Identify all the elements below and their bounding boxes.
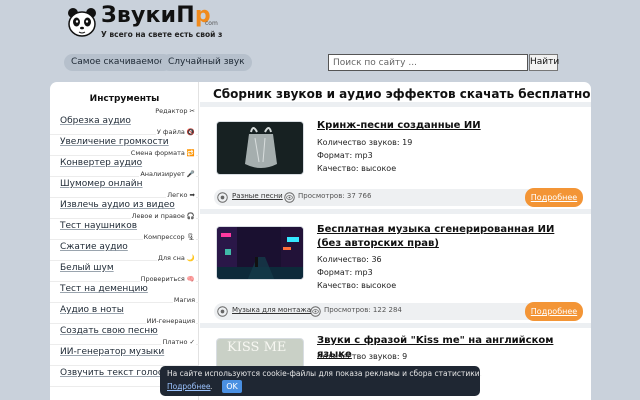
divider (200, 102, 591, 107)
sidebar-item-label[interactable]: Тест наушников (60, 221, 137, 231)
sidebar-item-tag: Провериться 🧠 (139, 275, 196, 283)
sidebar-item-tag: Магия (172, 296, 196, 304)
thumbnail-caption: KISS ME (227, 340, 287, 355)
sound-card-quality: Качество: высокое (317, 281, 397, 290)
sidebar-item-tag: Левое и правое 🎧 (130, 212, 196, 220)
page-title: Сборник звуков и аудио эффектов скачать … (213, 87, 591, 101)
sidebar-item-label[interactable]: Озвучить текст голосом (60, 368, 175, 378)
category-icon (217, 192, 228, 203)
sidebar-item-label[interactable]: Сжатие аудио (60, 242, 128, 252)
sidebar-item-label[interactable]: Тест на деменцию (60, 284, 148, 294)
sidebar-item-label[interactable]: Аудио в ноты (60, 305, 124, 315)
site-logo[interactable]: ЗвукиПр com У всего на свете есть свой з (66, 3, 226, 40)
sound-list: Сборник звуков и аудио эффектов скачать … (200, 82, 591, 400)
cookie-more-link[interactable]: Подробнее (167, 382, 211, 391)
sound-card-footer: Разные песни Просмотров: 37 766 (214, 189, 574, 206)
sound-card-views: Просмотров: 122 284 (324, 306, 402, 314)
sidebar-item-label[interactable]: ИИ-генератор музыки (60, 347, 164, 357)
sidebar-item-tag: Анализирует 🎤 (139, 170, 196, 178)
sidebar-item-tag: Компрессор 🗜 (142, 233, 196, 241)
sound-card-quality: Качество: высокое (317, 164, 397, 173)
sidebar-item-tag: У файла 🔇 (155, 128, 196, 136)
logo-text: ЗвукиПр (101, 3, 211, 28)
sound-card-thumbnail[interactable] (216, 121, 304, 175)
content-card: Инструменты Редактор ✂ Обрезка аудио У ф… (50, 82, 591, 400)
sidebar-item-tag: ИИ-генерация (145, 317, 196, 325)
sound-card-category-link[interactable]: Музыка для монтажа (232, 306, 311, 314)
sidebar-item-label[interactable]: Создать свою песню (60, 326, 158, 336)
category-icon (217, 306, 228, 317)
sound-card-title[interactable]: Кринж-песни созданные ИИ (317, 119, 579, 133)
sound-card-footer: Музыка для монтажа Просмотров: 122 284 (214, 303, 574, 320)
logo-domain: com (205, 20, 218, 27)
eye-icon (310, 306, 321, 317)
sidebar-title: Инструменты (89, 94, 160, 104)
sound-card-title[interactable]: Бесплатная музыка сгенерированная ИИ (бе… (317, 223, 579, 251)
more-button[interactable]: Подробнее (525, 302, 583, 321)
nav-random-sound[interactable]: Случайный звук (161, 54, 252, 71)
sound-card-category-link[interactable]: Разные песни (232, 192, 283, 200)
sound-card-count: Количество: 36 (317, 255, 382, 264)
sidebar-item-label[interactable]: Конвертер аудио (60, 158, 142, 168)
sidebar-item-label[interactable]: Белый шум (60, 263, 114, 273)
cookie-separator: . (210, 382, 213, 391)
eye-icon (284, 192, 295, 203)
sidebar-item-tag: Редактор ✂ (154, 107, 196, 115)
logo-tagline: У всего на свете есть свой з (101, 30, 223, 39)
nav-most-downloaded[interactable]: Самое скачиваемое (64, 54, 172, 71)
sound-card-thumbnail[interactable] (216, 226, 304, 280)
sound-card-format: Формат: mp3 (317, 268, 373, 277)
divider (200, 323, 591, 328)
sound-card-views: Просмотров: 37 766 (298, 192, 372, 200)
more-button[interactable]: Подробнее (525, 188, 583, 207)
sidebar-item-tag: Платно ✓ (161, 338, 196, 346)
plastic-bag-icon (217, 122, 303, 174)
neon-street-icon (217, 227, 303, 279)
cookie-banner: На сайте используются cookie-файлы для п… (160, 366, 482, 396)
sidebar-item-tag: Легко ➡ (166, 191, 196, 199)
search-input[interactable] (328, 54, 528, 71)
sound-card-count: Количество звуков: 19 (317, 138, 413, 147)
cookie-text: На сайте используются cookie-файлы для п… (167, 369, 482, 378)
panda-logo-icon (68, 8, 96, 37)
sidebar-item-label[interactable]: Обрезка аудио (60, 116, 131, 126)
divider (200, 209, 591, 214)
cookie-ok-button[interactable]: OK (222, 380, 242, 393)
sidebar-item-label[interactable]: Извлечь аудио из видео (60, 200, 175, 210)
sound-card-count: Количество звуков: 9 (317, 352, 408, 361)
sidebar-item-tag: Для сна 🌙 (156, 254, 196, 262)
sidebar-item-label[interactable]: Увеличение громкости (60, 137, 169, 147)
sidebar-item-label[interactable]: Шумомер онлайн (60, 179, 143, 189)
tools-sidebar: Инструменты Редактор ✂ Обрезка аудио У ф… (50, 82, 199, 400)
sidebar-item-tag: Смена формата 🔁 (129, 149, 196, 157)
sound-card-format: Формат: mp3 (317, 151, 373, 160)
search-button[interactable]: Найти (529, 54, 559, 71)
sidebar-item-ai-music-generator[interactable]: Платно ✓ ИИ-генератор музыки (50, 338, 199, 366)
